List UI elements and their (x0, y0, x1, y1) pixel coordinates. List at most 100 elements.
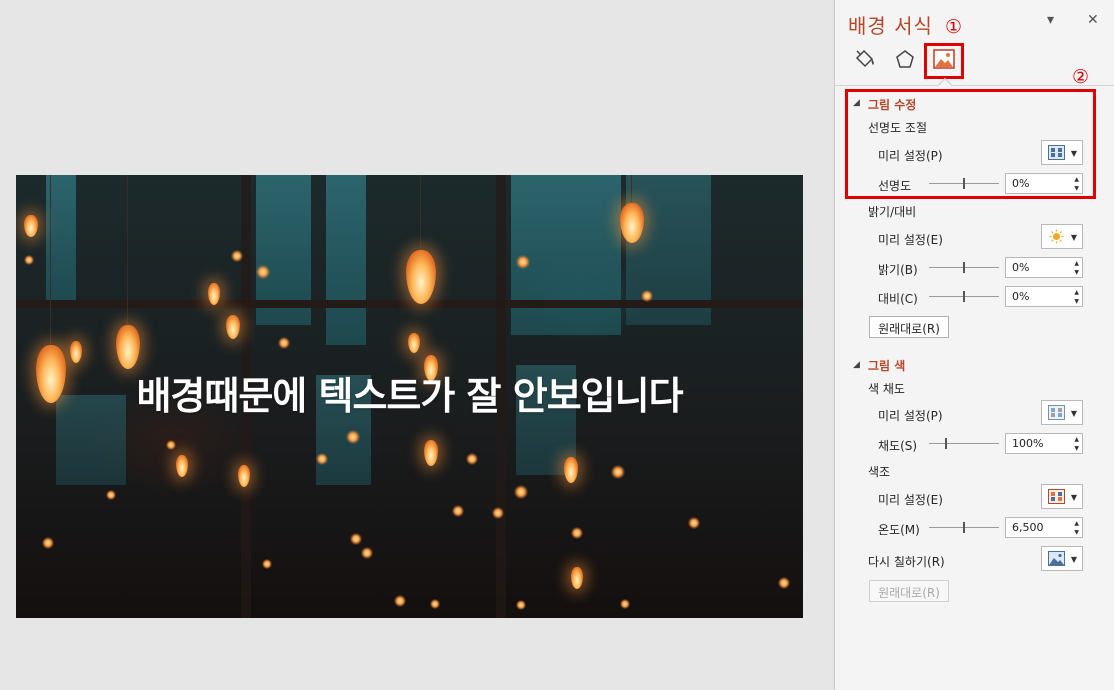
bokeh-light (688, 517, 700, 529)
saturation-value: 100% (1012, 437, 1044, 450)
bokeh-light (42, 537, 54, 549)
bokeh-light (231, 250, 243, 262)
bokeh-light (106, 490, 116, 500)
contrast-slider[interactable] (929, 291, 999, 302)
collapse-triangle-icon[interactable]: ◢ (853, 360, 860, 370)
tone-preset-label: 미리 설정(E) (878, 493, 943, 507)
spin-down-icon[interactable]: ▼ (1074, 529, 1079, 536)
spin-up-icon[interactable]: ▲ (1074, 520, 1079, 527)
light-bulb (408, 333, 420, 353)
bokeh-light (350, 533, 362, 545)
temperature-value: 6,500 (1012, 521, 1044, 534)
brightness-preset-label: 미리 설정(E) (878, 233, 943, 247)
spin-up-icon[interactable]: ▲ (1074, 436, 1079, 443)
bokeh-light (492, 507, 504, 519)
light-bulb (176, 455, 188, 477)
saturation-preset-dropdown[interactable]: ▼ (1041, 400, 1083, 425)
brightness-preset-dropdown[interactable]: ▼ (1041, 224, 1083, 249)
brightness-label: 밝기(B) (878, 263, 918, 277)
bokeh-light (278, 337, 290, 349)
slide-background-image[interactable]: 배경때문에 텍스트가 잘 안보입니다 (16, 175, 803, 618)
section-picture-corrections[interactable]: 그림 수정 (868, 96, 916, 113)
chevron-down-icon: ▼ (1070, 233, 1077, 242)
contrast-label: 대비(C) (878, 292, 918, 306)
saturation-slider[interactable] (929, 438, 999, 449)
temperature-spinner[interactable]: 6,500 ▲ ▼ (1005, 517, 1083, 538)
pane-options-button[interactable]: ▾ (1047, 12, 1054, 28)
brightness-slider[interactable] (929, 262, 999, 273)
slide-title-text[interactable]: 배경때문에 텍스트가 잘 안보입니다 (16, 365, 803, 420)
spin-up-icon[interactable]: ▲ (1074, 176, 1079, 183)
contrast-spinner[interactable]: 0% ▲ ▼ (1005, 286, 1083, 307)
light-bulb (406, 250, 436, 304)
brightness-spinner[interactable]: 0% ▲ ▼ (1005, 257, 1083, 278)
bokeh-light (514, 485, 528, 499)
sharpness-label: 선명도 (878, 179, 912, 193)
spin-down-icon[interactable]: ▼ (1074, 445, 1079, 452)
bokeh-light (24, 255, 34, 265)
light-bulb (571, 567, 583, 589)
bulb-wire (420, 175, 421, 255)
sharpen-preset-icon (1048, 145, 1065, 160)
chevron-down-icon: ▼ (1070, 149, 1077, 158)
light-bulb (226, 315, 240, 339)
recolor-dropdown[interactable]: ▼ (1041, 546, 1083, 571)
sharpen-title: 선명도 조절 (868, 121, 928, 135)
annotation-one: ① (945, 16, 963, 38)
pane-title: 배경 서식 (848, 14, 933, 38)
pane-close-button[interactable]: ✕ (1087, 12, 1099, 28)
window-pane (326, 175, 366, 345)
tab-effects[interactable] (892, 46, 918, 72)
bokeh-light (516, 255, 530, 269)
tab-divider (834, 85, 1114, 86)
tone-preset-icon (1048, 489, 1065, 504)
bokeh-light (778, 577, 790, 589)
recolor-picture-icon (1048, 551, 1065, 566)
corrections-reset-button[interactable]: 원래대로(R) (869, 316, 949, 338)
color-reset-button[interactable]: 원래대로(R) (869, 580, 949, 602)
section-picture-color[interactable]: 그림 색 (868, 357, 905, 374)
contrast-value: 0% (1012, 290, 1030, 303)
bokeh-light (262, 559, 272, 569)
bokeh-light (166, 440, 176, 450)
bokeh-light (346, 430, 360, 444)
tab-fill[interactable] (852, 46, 878, 72)
saturation-spinner[interactable]: 100% ▲ ▼ (1005, 433, 1083, 454)
bokeh-light (571, 527, 583, 539)
sharpness-spinner[interactable]: 0% ▲ ▼ (1005, 173, 1083, 194)
bokeh-light (611, 465, 625, 479)
paint-bucket-icon (855, 49, 874, 68)
spin-down-icon[interactable]: ▼ (1074, 269, 1079, 276)
bokeh-light (316, 453, 328, 465)
spin-up-icon[interactable]: ▲ (1074, 260, 1079, 267)
light-bulb (424, 440, 438, 466)
slide-canvas: 배경때문에 텍스트가 잘 안보입니다 (0, 0, 834, 690)
spin-down-icon[interactable]: ▼ (1074, 185, 1079, 192)
window-pane (511, 175, 621, 335)
chevron-down-icon: ▼ (1070, 493, 1077, 502)
spin-up-icon[interactable]: ▲ (1074, 289, 1079, 296)
chevron-down-icon: ▼ (1070, 555, 1077, 564)
temperature-slider[interactable] (929, 522, 999, 533)
bokeh-light (516, 600, 526, 610)
tone-title: 색조 (868, 465, 891, 479)
saturation-preset-icon (1048, 405, 1065, 420)
saturation-title: 색 채도 (868, 382, 905, 396)
sharpen-preset-dropdown[interactable]: ▼ (1041, 140, 1083, 165)
brightness-value: 0% (1012, 261, 1030, 274)
bokeh-light (430, 599, 440, 609)
temperature-label: 온도(M) (878, 523, 920, 537)
light-bulb (24, 215, 38, 237)
bokeh-light (620, 599, 630, 609)
light-bulb (70, 341, 82, 363)
spin-down-icon[interactable]: ▼ (1074, 298, 1079, 305)
collapse-triangle-icon[interactable]: ◢ (853, 98, 860, 108)
window-frame (16, 300, 803, 308)
light-bulb (116, 325, 140, 369)
bokeh-light (452, 505, 464, 517)
sharpness-slider[interactable] (929, 178, 999, 189)
pentagon-icon (896, 50, 914, 68)
recolor-label: 다시 칠하기(R) (868, 555, 945, 569)
sun-icon (1049, 229, 1064, 244)
tone-preset-dropdown[interactable]: ▼ (1041, 484, 1083, 509)
